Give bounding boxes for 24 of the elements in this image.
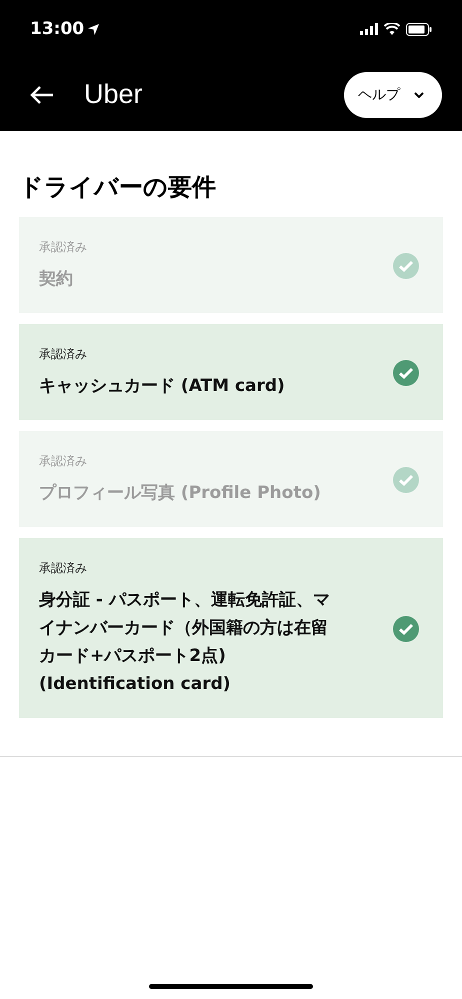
app-title: Uber [84, 79, 144, 110]
location-icon [88, 24, 100, 34]
chevron-icon [414, 92, 424, 98]
check-icon [393, 467, 419, 493]
check-icon [393, 616, 419, 642]
check-icon [393, 253, 419, 279]
back-arrow-icon[interactable] [30, 84, 54, 104]
status-label: 承認済み [39, 346, 88, 363]
page-title: ドライバーの要件 [19, 172, 217, 203]
requirement-title: 身分証 - パスポート、運転免許証、マイナンバーカード（外国籍の方は在留カード+パスポート2点) (Identification card) [39, 589, 331, 696]
check-icon [393, 360, 419, 386]
help-button[interactable]: ヘルプ [344, 72, 442, 118]
requirement-title: 契約 [39, 268, 74, 291]
requirement-title: キャッシュカード (ATM card) [39, 375, 286, 398]
status-time: 13:00 [30, 19, 100, 39]
requirement-card[interactable]: 承認済み 身分証 - パスポート、運転免許証、マイナンバーカード（外国籍の方は在留カード+パスポート2点) (Identification card) [19, 538, 443, 718]
requirement-title: プロフィール写真 (Profile Photo) [39, 482, 322, 505]
requirement-card[interactable]: 承認済み キャッシュカード (ATM card) [19, 324, 443, 420]
status-label: 承認済み [39, 239, 88, 256]
signal-icon [360, 23, 378, 35]
status-label: 承認済み [39, 453, 88, 470]
battery-icon [406, 22, 432, 36]
status-label: 承認済み [39, 560, 88, 577]
wifi-icon [384, 23, 400, 35]
